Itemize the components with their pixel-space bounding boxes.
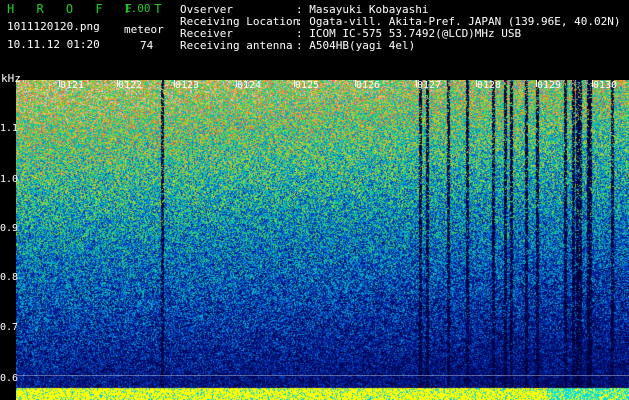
x-tick-label: 0121	[60, 80, 85, 91]
y-axis-unit: kHz	[1, 72, 21, 85]
header-panel: H R O F F T 1.00 1011120120.png 10.11.12…	[0, 0, 629, 80]
x-tick-label: 0122	[118, 80, 143, 91]
spectrogram-reference-line	[16, 375, 629, 376]
y-tick-label: 0.7	[0, 322, 19, 333]
x-tick-label: 0128	[477, 80, 502, 91]
meteor-count: 74	[140, 39, 154, 52]
x-tick-label: 0126	[356, 80, 381, 91]
x-tick-label: 0125	[295, 80, 320, 91]
x-tick-label: 0123	[175, 80, 200, 91]
app-version: 1.00	[124, 2, 151, 15]
x-tick-label: 0127	[417, 80, 442, 91]
x-tick-label: 0130	[593, 80, 618, 91]
info-key-antenna: Receiving antenna	[180, 39, 293, 52]
y-tick-label: 1.1	[0, 123, 19, 134]
x-tick-label: 0129	[537, 80, 562, 91]
y-tick-label: 1.0	[0, 174, 19, 185]
x-tick-label: 0124	[237, 80, 262, 91]
info-value-antenna: : A504HB(yagi 4el)	[296, 39, 416, 52]
spectrogram-canvas	[16, 80, 629, 400]
y-tick-label: 0.6	[0, 373, 19, 384]
meteor-label: meteor	[124, 23, 164, 36]
datetime-label: 10.11.12 01:20	[7, 38, 100, 51]
y-tick-label: 0.8	[0, 272, 19, 283]
filename-label: 1011120120.png	[7, 20, 100, 33]
y-tick-label: 0.9	[0, 223, 19, 234]
